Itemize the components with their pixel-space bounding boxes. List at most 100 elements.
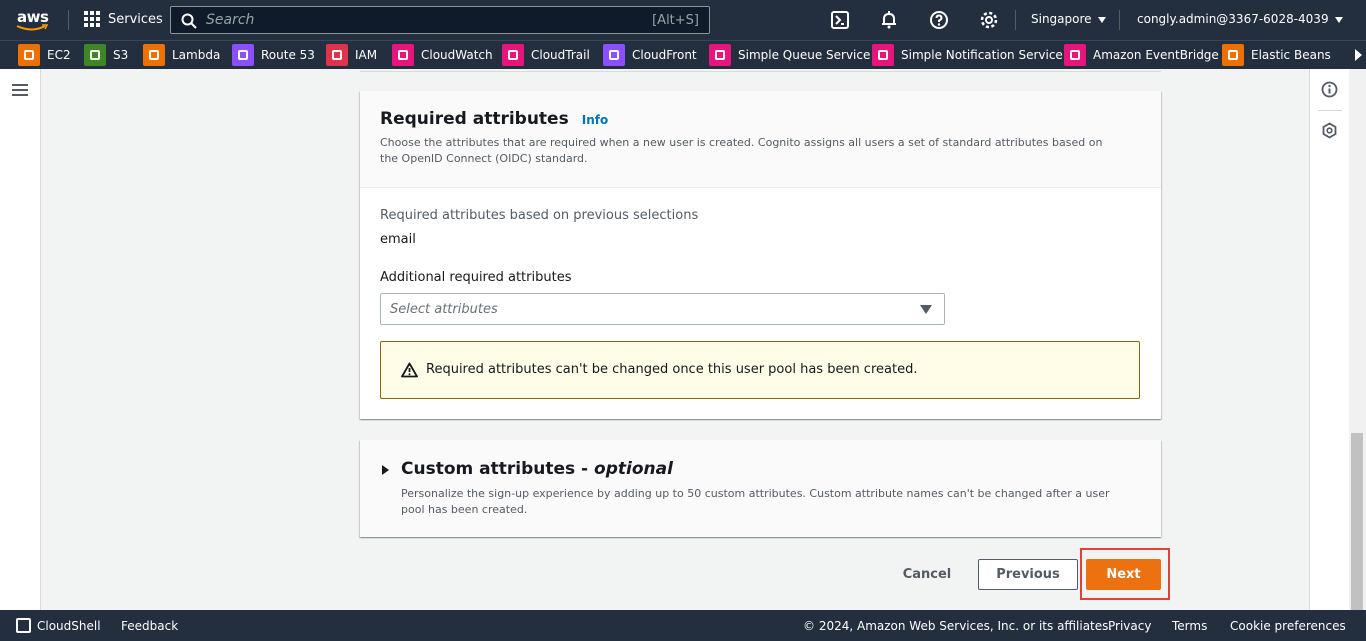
- chevron-down-icon: [1097, 16, 1106, 23]
- favorite-label: S3: [113, 48, 129, 62]
- favorite-label: Lambda: [172, 48, 221, 62]
- favorite-sns[interactable]: Simple Notification Service: [872, 44, 1063, 66]
- warning-message: Required attributes can't be changed onc…: [426, 362, 918, 377]
- right-tools-rail: [1309, 69, 1349, 610]
- select-placeholder: Select attributes: [390, 302, 498, 317]
- nav-divider: [68, 10, 69, 30]
- favorite-cloudfront[interactable]: CloudFront: [603, 44, 697, 66]
- services-label: Services: [108, 11, 163, 27]
- favorite-label: Elastic Beans: [1251, 48, 1331, 62]
- top-navigation: aws Services Search [Alt+S] Singapore co…: [0, 0, 1366, 40]
- required-attributes-title: Required attributes: [380, 109, 569, 129]
- ec2-icon: [18, 44, 40, 66]
- region-selector[interactable]: Singapore: [1031, 12, 1106, 26]
- aws-smile-icon: [16, 24, 48, 31]
- help-icon[interactable]: [929, 10, 949, 30]
- menu-icon[interactable]: [12, 84, 28, 96]
- favorite-label: CloudTrail: [531, 48, 590, 62]
- additional-attributes-select[interactable]: Select attributes: [380, 293, 945, 325]
- s3-icon: [84, 44, 106, 66]
- favorite-sqs[interactable]: Simple Queue Service: [709, 44, 870, 66]
- footer: CloudShell Feedback © 2024, Amazon Web S…: [0, 610, 1366, 641]
- region-label: Singapore: [1031, 12, 1092, 26]
- account-menu[interactable]: congly.admin@3367-6028-4039: [1137, 12, 1343, 26]
- settings-icon[interactable]: [979, 10, 999, 30]
- cloudshell-icon[interactable]: [830, 10, 850, 30]
- cancel-button[interactable]: Cancel: [893, 559, 961, 589]
- warning-alert: Required attributes can't be changed onc…: [380, 341, 1140, 399]
- favorite-route53[interactable]: Route 53: [232, 44, 315, 66]
- chevron-down-icon: [1334, 16, 1343, 23]
- custom-attributes-description: Personalize the sign-up experience by ad…: [401, 487, 1110, 516]
- expand-caret-icon[interactable]: [382, 465, 389, 475]
- next-button[interactable]: Next: [1086, 559, 1161, 590]
- scrollbar-thumb[interactable]: [1351, 433, 1363, 610]
- footer-privacy-link[interactable]: Privacy: [1108, 619, 1151, 633]
- favorite-ec2[interactable]: EC2: [18, 44, 71, 66]
- favorite-label: CloudFront: [632, 48, 697, 62]
- route53-icon: [232, 44, 254, 66]
- elastic-beanstalk-icon: [1222, 44, 1244, 66]
- services-menu-button[interactable]: Services: [84, 11, 163, 27]
- lambda-icon: [143, 44, 165, 66]
- search-input[interactable]: Search [Alt+S]: [170, 6, 710, 34]
- optional-label: optional: [594, 459, 673, 479]
- favorite-iam[interactable]: IAM: [326, 44, 377, 66]
- info-link[interactable]: Info: [582, 113, 608, 127]
- page-scrollbar[interactable]: [1349, 69, 1366, 610]
- previous-panel-edge: [360, 69, 1161, 72]
- left-navigation-rail: [0, 69, 41, 610]
- favorite-label: IAM: [355, 48, 378, 62]
- favorite-lambda[interactable]: Lambda: [143, 44, 220, 66]
- custom-attributes-title-text: Custom attributes -: [401, 459, 595, 479]
- account-label: congly.admin@3367-6028-4039: [1137, 12, 1329, 26]
- favorite-label: Simple Queue Service: [738, 48, 871, 62]
- eventbridge-icon: [1064, 44, 1086, 66]
- hexagon-help-icon[interactable]: [1321, 122, 1338, 139]
- caret-down-icon: [920, 305, 932, 314]
- sns-icon: [872, 44, 894, 66]
- footer-terms-link[interactable]: Terms: [1172, 619, 1207, 633]
- custom-attributes-title[interactable]: Custom attributes - optional: [401, 459, 673, 479]
- footer-cookie-link[interactable]: Cookie preferences: [1230, 619, 1346, 633]
- favorites-bar: EC2 S3 Lambda Route 53 IAM CloudWatch Cl…: [0, 40, 1366, 69]
- favorite-elastic-beanstalk[interactable]: Elastic Beans: [1222, 44, 1331, 66]
- search-icon: [181, 13, 197, 29]
- favorite-label: CloudWatch: [421, 48, 493, 62]
- aws-logo[interactable]: aws: [16, 8, 50, 32]
- favorite-label: Simple Notification Service: [901, 48, 1063, 62]
- cloudtrail-icon: [502, 44, 524, 66]
- cloudfront-icon: [603, 44, 625, 66]
- favorite-cloudtrail[interactable]: CloudTrail: [502, 44, 590, 66]
- iam-icon: [326, 44, 348, 66]
- favorites-scroll-right-icon[interactable]: [1355, 49, 1362, 61]
- notifications-icon[interactable]: [879, 10, 899, 30]
- cloudshell-icon[interactable]: [16, 618, 31, 633]
- info-icon[interactable]: [1321, 81, 1338, 98]
- favorite-eventbridge[interactable]: Amazon EventBridge: [1064, 44, 1219, 66]
- sqs-icon: [709, 44, 731, 66]
- based-on-label: Required attributes based on previous se…: [380, 208, 699, 223]
- services-grid-icon: [84, 11, 100, 27]
- nav-divider: [1015, 10, 1016, 30]
- footer-feedback-link[interactable]: Feedback: [121, 619, 178, 633]
- cloudwatch-icon: [392, 44, 414, 66]
- based-on-value: email: [380, 232, 416, 247]
- search-shortcut: [Alt+S]: [652, 12, 699, 28]
- additional-attributes-label: Additional required attributes: [380, 270, 572, 285]
- required-attributes-description: Choose the attributes that are required …: [380, 136, 1103, 165]
- favorite-label: Route 53: [261, 48, 315, 62]
- custom-attributes-panel[interactable]: Custom attributes - optional Personalize…: [360, 440, 1161, 537]
- footer-cloudshell-link[interactable]: CloudShell: [37, 619, 101, 633]
- previous-button[interactable]: Previous: [978, 559, 1078, 590]
- required-attributes-panel: Required attributes Info Choose the attr…: [360, 91, 1161, 419]
- favorite-cloudwatch[interactable]: CloudWatch: [392, 44, 493, 66]
- footer-copyright: © 2024, Amazon Web Services, Inc. or its…: [803, 619, 1113, 633]
- rail-divider: [1318, 110, 1342, 111]
- nav-divider: [1119, 10, 1120, 30]
- favorite-s3[interactable]: S3: [84, 44, 128, 66]
- favorite-label: EC2: [47, 48, 71, 62]
- warning-icon: [401, 362, 418, 378]
- search-placeholder: Search: [206, 12, 255, 28]
- required-attributes-header: Required attributes Info Choose the attr…: [360, 91, 1161, 188]
